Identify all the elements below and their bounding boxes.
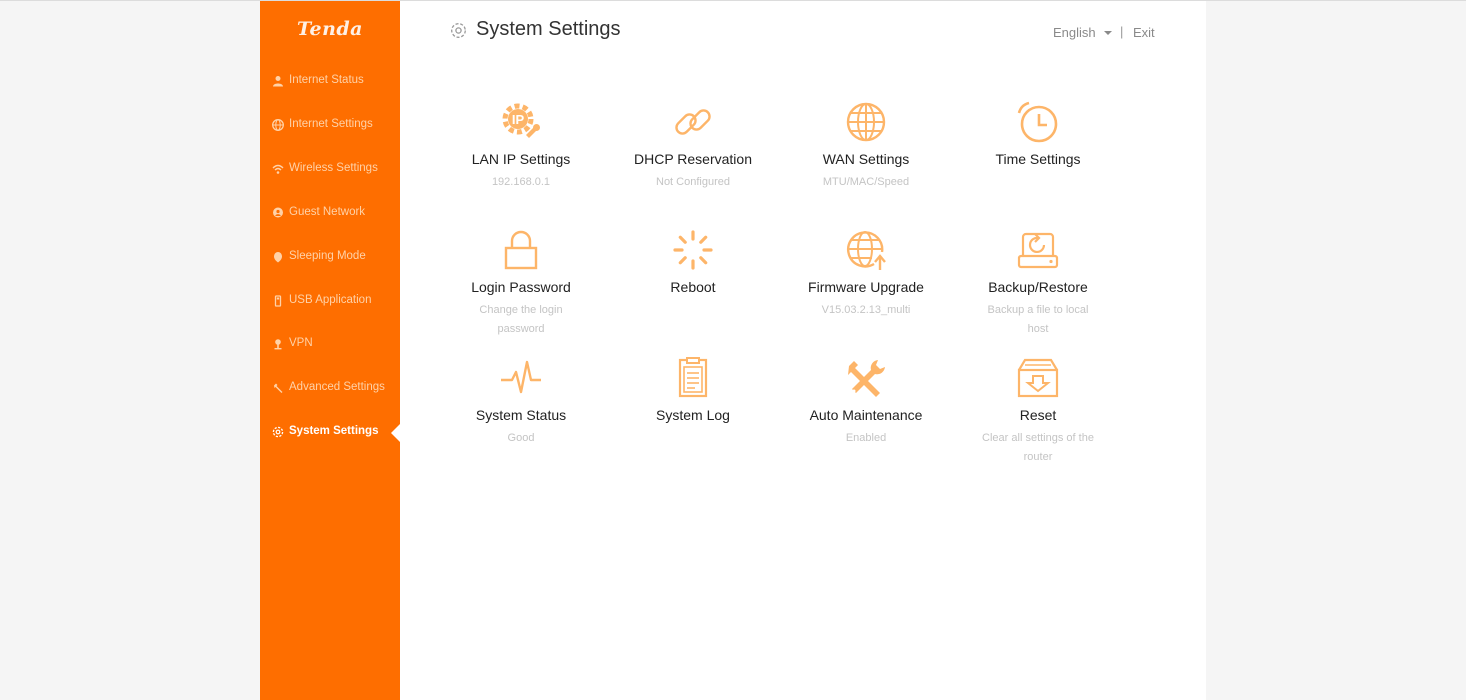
header: System Settings English | Exit — [400, 1, 1206, 61]
sidebar-item-label: Internet Status — [289, 74, 364, 86]
sidebar-item-label: Advanced Settings — [289, 381, 385, 393]
person-icon — [271, 74, 285, 88]
tile-description: Good — [507, 432, 535, 444]
sidebar: Tenda Internet Status Internet Settings … — [260, 1, 400, 700]
tile-name: Firmware Upgrade — [808, 279, 924, 295]
sidebar-item-label: Sleeping Mode — [289, 250, 366, 262]
usb-icon — [271, 294, 285, 308]
chevron-down-icon[interactable] — [1104, 31, 1112, 35]
wifi-icon — [271, 162, 285, 176]
gear-icon — [271, 425, 285, 439]
tile-description: Enabled — [845, 432, 887, 444]
clipboard-icon — [671, 356, 715, 400]
vpn-icon — [271, 337, 285, 351]
gear-icon — [450, 22, 467, 39]
sidebar-item-sleeping-mode[interactable]: Sleeping Mode — [260, 243, 400, 271]
tile-name: System Status — [475, 407, 567, 423]
tile-name: System Log — [656, 407, 730, 423]
sidebar-item-internet-settings[interactable]: Internet Settings — [260, 111, 400, 139]
sidebar-item-label: USB Application — [289, 294, 372, 306]
backup-drive-icon — [1016, 228, 1060, 272]
sidebar-item-advanced-settings[interactable]: Advanced Settings — [260, 374, 400, 402]
clock-icon — [1016, 100, 1060, 144]
active-indicator — [391, 424, 400, 442]
tile-description: Clear all settings of the router — [982, 432, 1094, 463]
tile-name: DHCP Reservation — [633, 151, 752, 167]
sidebar-item-vpn[interactable]: VPN — [260, 330, 400, 358]
sidebar-item-label: System Settings — [289, 425, 379, 437]
reset-box-icon — [1016, 356, 1060, 400]
link-icon — [671, 100, 715, 144]
sidebar-item-guest-network[interactable]: Guest Network — [260, 199, 400, 227]
spinner-icon — [671, 228, 715, 272]
sidebar-item-internet-status[interactable]: Internet Status — [260, 67, 400, 95]
tile-name: Backup/Restore — [988, 279, 1088, 295]
tile-description: MTU/MAC/Speed — [822, 176, 910, 188]
pulse-icon — [499, 356, 543, 400]
tile-description: V15.03.2.13_multi — [821, 304, 911, 316]
globe-icon — [844, 100, 888, 144]
tile-description: Change the login password — [479, 304, 563, 335]
sidebar-item-label: VPN — [289, 337, 313, 349]
tile-name: Time Settings — [995, 151, 1081, 167]
wrench-icon — [271, 381, 285, 395]
page-title: System Settings — [476, 18, 621, 40]
svg-text:IP: IP — [512, 112, 525, 127]
tile-name: Login Password — [471, 279, 571, 295]
tenda-logo: Tenda — [297, 18, 363, 40]
globe-icon — [271, 118, 285, 132]
exit-link[interactable]: Exit — [1133, 25, 1155, 40]
sidebar-item-usb-application[interactable]: USB Application — [260, 287, 400, 315]
guest-icon — [271, 206, 285, 220]
header-separator: | — [1120, 24, 1124, 39]
tile-name: LAN IP Settings — [471, 151, 571, 167]
tile-description: Not Configured — [656, 176, 730, 188]
sidebar-item-label: Internet Settings — [289, 118, 373, 130]
lan-ip-gear-icon: IP — [499, 100, 543, 144]
globe-upload-icon — [844, 228, 888, 272]
tools-icon — [844, 356, 888, 400]
tile-name: Reset — [1019, 407, 1057, 423]
language-select[interactable]: English — [1053, 25, 1096, 40]
moon-icon — [271, 250, 285, 264]
app-window: Tenda Internet Status Internet Settings … — [260, 1, 1206, 700]
tile-description: Backup a file to local host — [987, 304, 1089, 335]
tile-name: WAN Settings — [822, 151, 910, 167]
sidebar-item-label: Guest Network — [289, 206, 366, 218]
sidebar-item-system-settings[interactable]: System Settings — [260, 418, 400, 446]
sidebar-item-label: Wireless Settings — [289, 162, 378, 174]
lock-icon — [499, 228, 543, 272]
tile-name: Auto Maintenance — [809, 407, 923, 423]
sidebar-item-wireless-settings[interactable]: Wireless Settings — [260, 155, 400, 183]
tile-description: 192.168.0.1 — [491, 176, 551, 188]
tile-name: Reboot — [670, 279, 716, 295]
